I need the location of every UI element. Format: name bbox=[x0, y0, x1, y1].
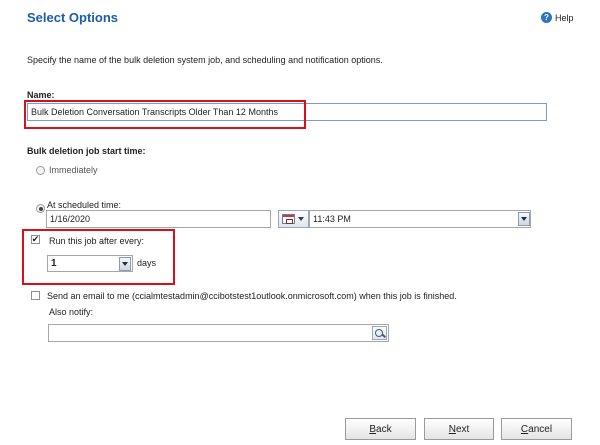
next-button[interactable]: Next bbox=[424, 418, 494, 440]
calendar-button[interactable] bbox=[278, 210, 309, 228]
also-notify-input[interactable] bbox=[48, 324, 389, 342]
next-button-mnemonic: N bbox=[448, 423, 456, 435]
lookup-icon[interactable] bbox=[372, 326, 387, 340]
scheduled-time-select[interactable]: 11:43 PM bbox=[309, 210, 531, 228]
page-title: Select Options bbox=[27, 10, 119, 25]
also-notify-label: Also notify: bbox=[49, 307, 94, 317]
scheduled-time-value: 11:43 PM bbox=[313, 214, 351, 224]
recurrence-interval-select[interactable]: 1 bbox=[47, 255, 133, 272]
chevron-down-icon bbox=[298, 217, 304, 221]
help-icon: ? bbox=[541, 12, 552, 23]
back-button-mnemonic: B bbox=[369, 423, 377, 435]
help-label: Help bbox=[555, 12, 574, 23]
time-dropdown-icon[interactable] bbox=[518, 212, 530, 226]
description-text: Specify the name of the bulk deletion sy… bbox=[27, 55, 383, 65]
calendar-icon bbox=[282, 214, 295, 224]
immediately-label: Immediately bbox=[49, 165, 98, 175]
back-button-label: ack bbox=[376, 423, 392, 435]
scheduled-time-label: At scheduled time: bbox=[47, 200, 122, 210]
next-button-label: ext bbox=[455, 423, 470, 435]
scheduled-date-value: 1/16/2020 bbox=[50, 214, 91, 224]
name-highlight-box bbox=[24, 100, 306, 129]
back-button[interactable]: Back bbox=[345, 418, 416, 440]
immediately-radio[interactable] bbox=[36, 166, 45, 175]
recurrence-interval-value: 1 bbox=[51, 258, 57, 269]
recurrence-unit-label: days bbox=[137, 258, 157, 268]
scheduled-date-input[interactable]: 1/16/2020 bbox=[46, 210, 271, 228]
cancel-button-mnemonic: C bbox=[520, 423, 529, 435]
scheduled-time-radio[interactable] bbox=[36, 204, 45, 213]
start-time-label: Bulk deletion job start time: bbox=[27, 146, 146, 156]
cancel-button-label: ancel bbox=[528, 423, 553, 435]
name-label: Name: bbox=[27, 90, 55, 100]
email-notification-checkbox[interactable] bbox=[31, 291, 40, 300]
run-recurring-label: Run this job after every: bbox=[49, 236, 145, 246]
cancel-button[interactable]: Cancel bbox=[501, 418, 572, 440]
help-link[interactable]: ? Help bbox=[541, 11, 574, 24]
run-recurring-checkbox[interactable]: ✔ bbox=[31, 235, 40, 244]
email-notification-label: Send an email to me (ccialmtestadmin@cci… bbox=[47, 291, 457, 301]
interval-dropdown-icon[interactable] bbox=[119, 256, 131, 271]
